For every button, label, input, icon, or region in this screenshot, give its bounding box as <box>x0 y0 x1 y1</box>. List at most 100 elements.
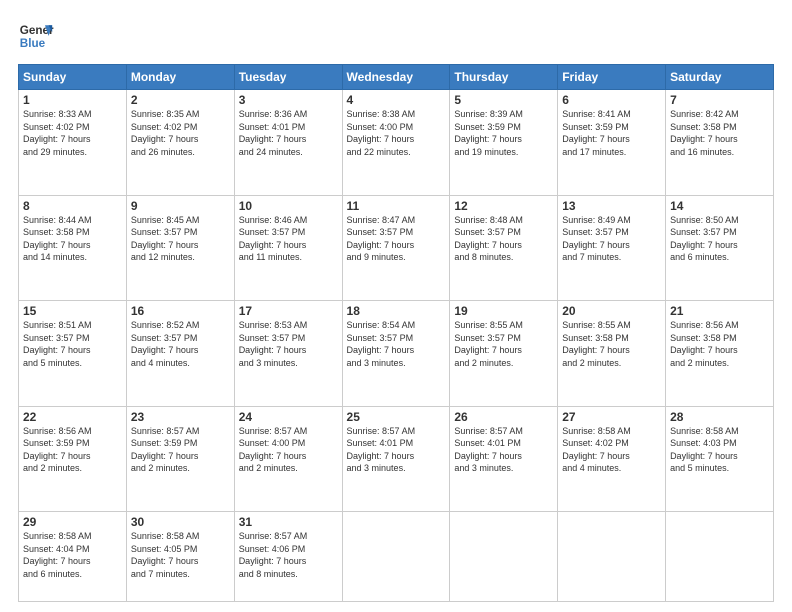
day-number: 6 <box>562 93 661 107</box>
day-info: Sunrise: 8:53 AM Sunset: 3:57 PM Dayligh… <box>239 319 338 369</box>
day-number: 4 <box>347 93 446 107</box>
day-number: 20 <box>562 304 661 318</box>
calendar-day-10: 10Sunrise: 8:46 AM Sunset: 3:57 PM Dayli… <box>234 195 342 301</box>
day-info: Sunrise: 8:38 AM Sunset: 4:00 PM Dayligh… <box>347 108 446 158</box>
calendar-day-15: 15Sunrise: 8:51 AM Sunset: 3:57 PM Dayli… <box>19 301 127 407</box>
day-number: 15 <box>23 304 122 318</box>
day-number: 7 <box>670 93 769 107</box>
day-number: 28 <box>670 410 769 424</box>
day-info: Sunrise: 8:57 AM Sunset: 4:06 PM Dayligh… <box>239 530 338 580</box>
weekday-tuesday: Tuesday <box>234 65 342 90</box>
calendar-day-23: 23Sunrise: 8:57 AM Sunset: 3:59 PM Dayli… <box>126 406 234 512</box>
calendar-day-6: 6Sunrise: 8:41 AM Sunset: 3:59 PM Daylig… <box>558 90 666 196</box>
day-info: Sunrise: 8:56 AM Sunset: 3:58 PM Dayligh… <box>670 319 769 369</box>
day-info: Sunrise: 8:57 AM Sunset: 3:59 PM Dayligh… <box>131 425 230 475</box>
calendar-day-28: 28Sunrise: 8:58 AM Sunset: 4:03 PM Dayli… <box>666 406 774 512</box>
weekday-saturday: Saturday <box>666 65 774 90</box>
day-info: Sunrise: 8:54 AM Sunset: 3:57 PM Dayligh… <box>347 319 446 369</box>
day-info: Sunrise: 8:57 AM Sunset: 4:00 PM Dayligh… <box>239 425 338 475</box>
calendar-day-12: 12Sunrise: 8:48 AM Sunset: 3:57 PM Dayli… <box>450 195 558 301</box>
day-number: 31 <box>239 515 338 529</box>
calendar-day-9: 9Sunrise: 8:45 AM Sunset: 3:57 PM Daylig… <box>126 195 234 301</box>
calendar-day-27: 27Sunrise: 8:58 AM Sunset: 4:02 PM Dayli… <box>558 406 666 512</box>
day-info: Sunrise: 8:58 AM Sunset: 4:03 PM Dayligh… <box>670 425 769 475</box>
calendar-day-22: 22Sunrise: 8:56 AM Sunset: 3:59 PM Dayli… <box>19 406 127 512</box>
day-info: Sunrise: 8:58 AM Sunset: 4:02 PM Dayligh… <box>562 425 661 475</box>
day-info: Sunrise: 8:58 AM Sunset: 4:05 PM Dayligh… <box>131 530 230 580</box>
calendar-day-17: 17Sunrise: 8:53 AM Sunset: 3:57 PM Dayli… <box>234 301 342 407</box>
calendar-day-31: 31Sunrise: 8:57 AM Sunset: 4:06 PM Dayli… <box>234 512 342 602</box>
calendar-day-2: 2Sunrise: 8:35 AM Sunset: 4:02 PM Daylig… <box>126 90 234 196</box>
weekday-thursday: Thursday <box>450 65 558 90</box>
calendar-day-16: 16Sunrise: 8:52 AM Sunset: 3:57 PM Dayli… <box>126 301 234 407</box>
day-info: Sunrise: 8:42 AM Sunset: 3:58 PM Dayligh… <box>670 108 769 158</box>
empty-cell <box>450 512 558 602</box>
calendar-day-7: 7Sunrise: 8:42 AM Sunset: 3:58 PM Daylig… <box>666 90 774 196</box>
day-number: 11 <box>347 199 446 213</box>
calendar-day-25: 25Sunrise: 8:57 AM Sunset: 4:01 PM Dayli… <box>342 406 450 512</box>
day-info: Sunrise: 8:35 AM Sunset: 4:02 PM Dayligh… <box>131 108 230 158</box>
day-info: Sunrise: 8:47 AM Sunset: 3:57 PM Dayligh… <box>347 214 446 264</box>
calendar-week-4: 22Sunrise: 8:56 AM Sunset: 3:59 PM Dayli… <box>19 406 774 512</box>
day-number: 22 <box>23 410 122 424</box>
day-info: Sunrise: 8:44 AM Sunset: 3:58 PM Dayligh… <box>23 214 122 264</box>
calendar-week-1: 1Sunrise: 8:33 AM Sunset: 4:02 PM Daylig… <box>19 90 774 196</box>
day-info: Sunrise: 8:45 AM Sunset: 3:57 PM Dayligh… <box>131 214 230 264</box>
calendar-day-19: 19Sunrise: 8:55 AM Sunset: 3:57 PM Dayli… <box>450 301 558 407</box>
weekday-header-row: SundayMondayTuesdayWednesdayThursdayFrid… <box>19 65 774 90</box>
day-number: 1 <box>23 93 122 107</box>
day-number: 5 <box>454 93 553 107</box>
empty-cell <box>666 512 774 602</box>
day-info: Sunrise: 8:52 AM Sunset: 3:57 PM Dayligh… <box>131 319 230 369</box>
day-number: 2 <box>131 93 230 107</box>
calendar-day-14: 14Sunrise: 8:50 AM Sunset: 3:57 PM Dayli… <box>666 195 774 301</box>
calendar-day-13: 13Sunrise: 8:49 AM Sunset: 3:57 PM Dayli… <box>558 195 666 301</box>
day-number: 12 <box>454 199 553 213</box>
calendar-day-30: 30Sunrise: 8:58 AM Sunset: 4:05 PM Dayli… <box>126 512 234 602</box>
calendar-week-2: 8Sunrise: 8:44 AM Sunset: 3:58 PM Daylig… <box>19 195 774 301</box>
calendar-day-26: 26Sunrise: 8:57 AM Sunset: 4:01 PM Dayli… <box>450 406 558 512</box>
day-number: 25 <box>347 410 446 424</box>
logo: General Blue <box>18 18 54 54</box>
day-number: 26 <box>454 410 553 424</box>
calendar-table: SundayMondayTuesdayWednesdayThursdayFrid… <box>18 64 774 602</box>
day-number: 29 <box>23 515 122 529</box>
day-number: 9 <box>131 199 230 213</box>
day-info: Sunrise: 8:46 AM Sunset: 3:57 PM Dayligh… <box>239 214 338 264</box>
day-info: Sunrise: 8:58 AM Sunset: 4:04 PM Dayligh… <box>23 530 122 580</box>
day-number: 3 <box>239 93 338 107</box>
day-info: Sunrise: 8:55 AM Sunset: 3:58 PM Dayligh… <box>562 319 661 369</box>
day-number: 24 <box>239 410 338 424</box>
day-info: Sunrise: 8:41 AM Sunset: 3:59 PM Dayligh… <box>562 108 661 158</box>
day-number: 14 <box>670 199 769 213</box>
day-info: Sunrise: 8:50 AM Sunset: 3:57 PM Dayligh… <box>670 214 769 264</box>
day-number: 17 <box>239 304 338 318</box>
calendar-day-5: 5Sunrise: 8:39 AM Sunset: 3:59 PM Daylig… <box>450 90 558 196</box>
day-info: Sunrise: 8:51 AM Sunset: 3:57 PM Dayligh… <box>23 319 122 369</box>
day-number: 19 <box>454 304 553 318</box>
weekday-wednesday: Wednesday <box>342 65 450 90</box>
day-number: 27 <box>562 410 661 424</box>
calendar-day-11: 11Sunrise: 8:47 AM Sunset: 3:57 PM Dayli… <box>342 195 450 301</box>
calendar-day-4: 4Sunrise: 8:38 AM Sunset: 4:00 PM Daylig… <box>342 90 450 196</box>
header: General Blue <box>18 18 774 54</box>
calendar-day-18: 18Sunrise: 8:54 AM Sunset: 3:57 PM Dayli… <box>342 301 450 407</box>
calendar-day-1: 1Sunrise: 8:33 AM Sunset: 4:02 PM Daylig… <box>19 90 127 196</box>
calendar-day-3: 3Sunrise: 8:36 AM Sunset: 4:01 PM Daylig… <box>234 90 342 196</box>
day-info: Sunrise: 8:49 AM Sunset: 3:57 PM Dayligh… <box>562 214 661 264</box>
empty-cell <box>342 512 450 602</box>
weekday-friday: Friday <box>558 65 666 90</box>
day-number: 23 <box>131 410 230 424</box>
day-number: 30 <box>131 515 230 529</box>
day-number: 21 <box>670 304 769 318</box>
day-info: Sunrise: 8:57 AM Sunset: 4:01 PM Dayligh… <box>347 425 446 475</box>
weekday-sunday: Sunday <box>19 65 127 90</box>
calendar-day-20: 20Sunrise: 8:55 AM Sunset: 3:58 PM Dayli… <box>558 301 666 407</box>
day-info: Sunrise: 8:48 AM Sunset: 3:57 PM Dayligh… <box>454 214 553 264</box>
day-number: 13 <box>562 199 661 213</box>
empty-cell <box>558 512 666 602</box>
calendar-week-3: 15Sunrise: 8:51 AM Sunset: 3:57 PM Dayli… <box>19 301 774 407</box>
day-info: Sunrise: 8:36 AM Sunset: 4:01 PM Dayligh… <box>239 108 338 158</box>
day-number: 8 <box>23 199 122 213</box>
day-info: Sunrise: 8:57 AM Sunset: 4:01 PM Dayligh… <box>454 425 553 475</box>
